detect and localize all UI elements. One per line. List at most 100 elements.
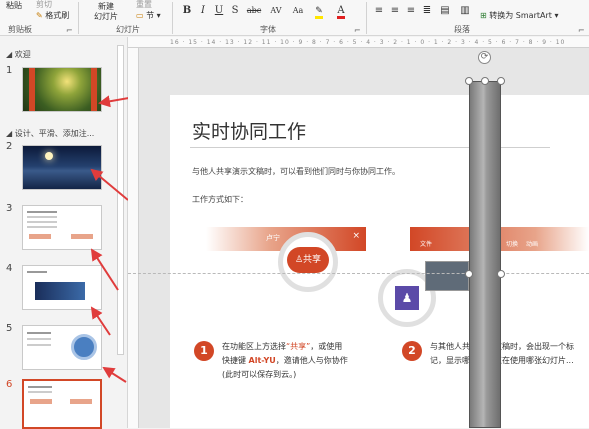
- font-color-button[interactable]: A: [332, 4, 350, 19]
- selected-shape[interactable]: [469, 81, 501, 428]
- thumb-orange-block: [30, 399, 52, 404]
- step-1-badge: 1: [194, 341, 214, 361]
- font-group-label: 字体: [260, 25, 276, 34]
- slide-number: 1: [6, 65, 13, 76]
- step-1-text[interactable]: 在功能区上方选择“共享”，或使用 快捷键 Alt-YU，邀请他人与你协作 (此时…: [222, 340, 348, 382]
- user-name-label: 卢宁: [266, 234, 280, 242]
- italic-button[interactable]: I: [196, 4, 210, 17]
- smartart-label: 转换为 SmartArt: [489, 11, 552, 20]
- align-left-icon[interactable]: ≡: [372, 4, 386, 17]
- slide-thumbnail-6-selected[interactable]: [22, 379, 102, 429]
- moon-glow: [45, 152, 53, 160]
- step-2-badge: 2: [402, 341, 422, 361]
- justify-icon[interactable]: ≣: [420, 4, 434, 17]
- align-center-icon[interactable]: ≡: [388, 4, 402, 17]
- resize-handle[interactable]: [481, 77, 489, 85]
- thumb-circle: [71, 334, 97, 360]
- section-icon: ▭: [136, 11, 144, 20]
- resize-handle[interactable]: [465, 270, 473, 278]
- thumb-orange-block: [29, 234, 51, 239]
- thumb-orange-block: [71, 234, 93, 239]
- format-painter-icon: ✎: [36, 11, 43, 20]
- section-header[interactable]: ◢ 设计、平滑、添加注...: [6, 128, 94, 139]
- paste-button[interactable]: 粘贴: [6, 1, 22, 11]
- paragraph-group-label: 段落: [454, 25, 470, 34]
- dialog-launcher-icon[interactable]: ⌐: [578, 26, 585, 35]
- slide-number: 2: [6, 141, 13, 152]
- font-color-icon: A: [337, 5, 345, 19]
- how-label[interactable]: 工作方式如下：: [192, 194, 248, 205]
- slide-title[interactable]: 实时协同工作: [192, 117, 306, 144]
- step-2-line: 与其他人共享演示文稿时，会出现一个标: [430, 342, 574, 351]
- thumbnail-scrollbar[interactable]: [117, 45, 124, 355]
- rotate-handle[interactable]: ⟳: [478, 51, 491, 64]
- step-1-text-part: 在功能区上方选择: [222, 342, 286, 351]
- ribbon-divider: [366, 2, 367, 34]
- align-right-icon[interactable]: ≡: [404, 4, 418, 17]
- dialog-launcher-icon[interactable]: ⌐: [66, 26, 73, 35]
- share-icon: ♙: [294, 255, 304, 265]
- close-icon: ×: [352, 231, 360, 241]
- step-1-text-part: (此时可以保存到云。): [222, 370, 297, 379]
- slide-editor: 16 · 15 · 14 · 13 · 12 · 11 · 10 · 9 · 8…: [128, 37, 589, 428]
- slide-preview-thumb: [425, 261, 469, 291]
- format-painter-button[interactable]: ✎ 格式刷: [36, 11, 69, 21]
- resize-handle[interactable]: [497, 77, 505, 85]
- slide-thumbnail-1[interactable]: [22, 67, 102, 112]
- columns-icon[interactable]: ▥: [458, 4, 472, 17]
- distributed-icon[interactable]: ▤: [438, 4, 452, 17]
- bold-button[interactable]: B: [180, 4, 194, 17]
- highlighter-icon: ✎: [315, 6, 323, 19]
- section-title: 设计、平滑、添加注...: [14, 129, 95, 138]
- resize-handle[interactable]: [465, 77, 473, 85]
- thumb-dark-image: [35, 282, 85, 300]
- reset-button[interactable]: 重置: [136, 0, 152, 10]
- dialog-launcher-icon[interactable]: ⌐: [354, 26, 361, 35]
- thumb-text-lines: [28, 386, 52, 388]
- step-2-line: 记，显示哪位用户正在使用哪张幻灯片...: [430, 356, 574, 365]
- slide-thumbnail-5[interactable]: [22, 325, 102, 370]
- collapse-icon: ◢: [6, 129, 13, 138]
- convert-smartart-button[interactable]: ⊞ 转换为 SmartArt ▾: [480, 11, 558, 21]
- section-label: 节: [146, 11, 155, 20]
- smartart-icon: ⊞: [480, 11, 487, 20]
- section-title: 欢迎: [14, 50, 31, 59]
- horizontal-ruler: 16 · 15 · 14 · 13 · 12 · 11 · 10 · 9 · 8…: [128, 37, 589, 48]
- vertical-ruler: [128, 48, 139, 428]
- char-spacing-button[interactable]: AV: [266, 4, 286, 17]
- shadow-button[interactable]: S: [228, 4, 242, 17]
- resize-handle[interactable]: [497, 270, 505, 278]
- slide-thumbnail-4[interactable]: [22, 265, 102, 310]
- highlight-color-button[interactable]: ✎: [310, 4, 328, 19]
- orange-accent: [91, 68, 97, 111]
- transition-tab: 切换: [506, 241, 519, 248]
- share-label: 共享: [303, 255, 322, 265]
- file-tab: 文件: [420, 241, 433, 248]
- slide-canvas[interactable]: 实时协同工作 与他人共享演示文稿时，可以看到他们同时与你协同工作。 工作方式如下…: [170, 95, 589, 428]
- paragraph-group: ≡ ≡ ≡ ≣ ▤ ▥ ⊞ 转换为 SmartArt ▾ 段落 ⌐: [368, 0, 589, 36]
- step-1-text-part: ，邀请他人与你协作: [275, 356, 348, 365]
- section-button[interactable]: ▭ 节 ▾: [136, 11, 161, 21]
- thumb-text-lines: [27, 332, 51, 334]
- slide-thumbnail-pane: ◢ 欢迎 1 ◢ 设计、平滑、添加注... 2 3 4 5 6: [0, 37, 128, 429]
- change-case-button[interactable]: Aa: [288, 4, 308, 17]
- font-group: B I U S abc AV Aa ✎ A 字体 ⌐: [174, 0, 364, 36]
- step-2-text[interactable]: 与其他人共享演示文稿时，会出现一个标 记，显示哪位用户正在使用哪张幻灯片...: [430, 340, 574, 368]
- intro-text[interactable]: 与他人共享演示文稿时，可以看到他们同时与你协同工作。: [192, 166, 400, 177]
- slides-group: 新建 幻灯片 重置 ▭ 节 ▾ 幻灯片: [80, 0, 170, 36]
- underline-button[interactable]: U: [212, 4, 226, 17]
- ribbon-divider: [78, 2, 79, 34]
- new-slide-button[interactable]: 新建 幻灯片: [94, 2, 118, 22]
- strikethrough-button[interactable]: abc: [244, 4, 264, 17]
- section-header[interactable]: ◢ 欢迎: [6, 49, 31, 60]
- slide-thumbnail-2[interactable]: [22, 145, 102, 190]
- slide-number: 3: [6, 203, 13, 214]
- cut-button[interactable]: 剪切: [36, 0, 52, 10]
- step-1-text-part: ，或使用: [310, 342, 343, 351]
- step-1-text-part: 快捷键: [222, 356, 246, 365]
- ribbon: 粘贴 剪切 ✎ 格式刷 剪贴板 ⌐ 新建 幻灯片 重置 ▭ 节 ▾ 幻灯片 B …: [0, 0, 589, 36]
- share-button[interactable]: ♙共享: [287, 247, 329, 273]
- collapse-icon: ◢: [6, 50, 13, 59]
- share-highlight: “共享”: [286, 342, 311, 351]
- slide-thumbnail-3[interactable]: [22, 205, 102, 250]
